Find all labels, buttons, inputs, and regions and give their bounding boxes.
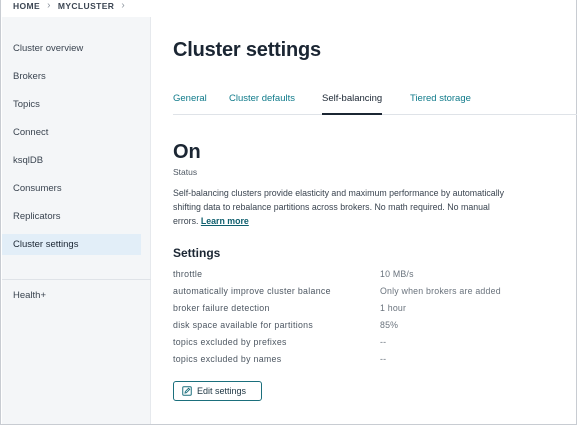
sidebar: Cluster overview Brokers Topics Connect … [2, 17, 151, 424]
sidebar-divider [2, 279, 151, 280]
setting-name: broker failure detection [173, 303, 270, 313]
edit-settings-label: Edit settings [197, 386, 247, 396]
chevron-right-icon: › [121, 0, 126, 11]
tab-self-balancing[interactable]: Self-balancing [322, 93, 383, 115]
description: Self-balancing clusters provide elastici… [173, 186, 513, 228]
main-content: Cluster settings General Cluster default… [152, 17, 577, 424]
status-value: On [173, 141, 201, 163]
breadcrumb-cluster[interactable]: MYCLUSTER [58, 1, 115, 11]
setting-value: 85% [380, 320, 399, 330]
setting-value: 10 MB/s [380, 269, 414, 279]
breadcrumb: HOME › MYCLUSTER › [1, 0, 577, 12]
sidebar-item-connect[interactable]: Connect [2, 122, 141, 143]
breadcrumb-home[interactable]: HOME [13, 1, 40, 11]
sidebar-item-cluster-settings[interactable]: Cluster settings [2, 234, 141, 255]
setting-name: disk space available for partitions [173, 320, 314, 330]
setting-name: automatically improve cluster balance [173, 286, 331, 296]
sidebar-item-brokers[interactable]: Brokers [2, 66, 141, 87]
setting-name: topics excluded by names [173, 354, 282, 364]
sidebar-item-topics[interactable]: Topics [2, 94, 141, 115]
setting-value: Only when brokers are added [380, 286, 501, 296]
status-label: Status [173, 167, 198, 177]
sidebar-item-replicators[interactable]: Replicators [2, 206, 141, 227]
setting-name: throttle [173, 269, 203, 279]
setting-value: 1 hour [380, 303, 407, 313]
sidebar-item-consumers[interactable]: Consumers [2, 178, 141, 199]
page-title: Cluster settings [173, 39, 321, 61]
learn-more-link[interactable]: Learn more [201, 216, 249, 226]
sidebar-item-cluster-overview[interactable]: Cluster overview [2, 38, 141, 59]
setting-value: -- [380, 337, 387, 347]
sidebar-item-health-plus[interactable]: Health+ [2, 285, 141, 306]
app-frame: HOME › MYCLUSTER › Cluster overview Brok… [0, 0, 577, 425]
tab-cluster-defaults[interactable]: Cluster defaults [229, 93, 295, 115]
tab-tiered-storage[interactable]: Tiered storage [410, 93, 471, 115]
sidebar-item-ksqldb[interactable]: ksqlDB [2, 150, 141, 171]
tab-bar: General Cluster defaults Self-balancing … [173, 93, 577, 115]
tab-general[interactable]: General [173, 93, 207, 115]
setting-name: topics excluded by prefixes [173, 337, 287, 347]
edit-icon [182, 386, 192, 396]
setting-value: -- [380, 354, 387, 364]
edit-settings-button[interactable]: Edit settings [173, 381, 262, 401]
chevron-right-icon: › [47, 0, 51, 11]
settings-heading: Settings [173, 246, 221, 260]
